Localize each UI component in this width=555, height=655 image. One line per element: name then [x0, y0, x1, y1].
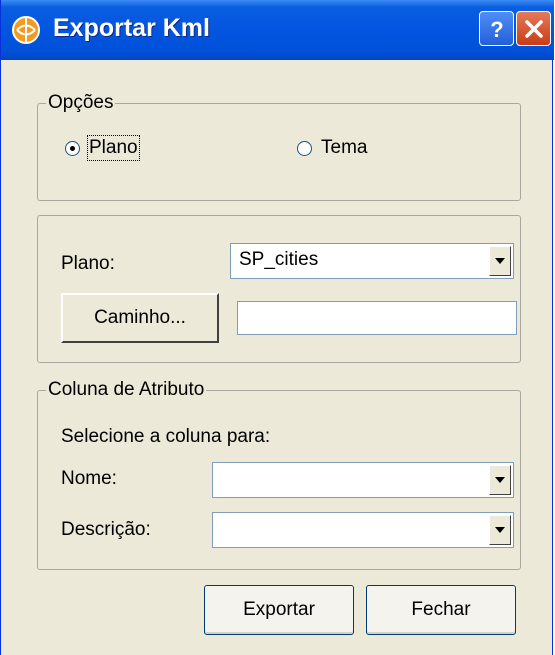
svg-text:?: ?	[490, 17, 503, 41]
radio-tema-indicator[interactable]	[297, 140, 312, 156]
nome-select-arrow[interactable]	[489, 465, 511, 495]
radio-plano-label: Plano	[87, 135, 140, 161]
attribute-legend: Coluna de Atributo	[46, 379, 207, 401]
descricao-label: Descrição:	[61, 519, 151, 540]
caminho-button-label: Caminho...	[94, 307, 186, 328]
export-kml-dialog: Exportar Kml ? Opções Plano Tema Plano: …	[0, 0, 554, 655]
window-title: Exportar Kml	[53, 14, 210, 42]
nome-label: Nome:	[61, 468, 117, 489]
close-icon	[524, 19, 543, 38]
fechar-button-label: Fechar	[411, 599, 471, 620]
radio-plano-indicator[interactable]	[65, 140, 80, 156]
descricao-select-arrow[interactable]	[489, 515, 511, 545]
chevron-down-icon	[495, 477, 505, 483]
caminho-button[interactable]: Caminho...	[61, 293, 219, 343]
radio-tema-label: Tema	[321, 137, 368, 158]
exportar-button-label: Exportar	[243, 599, 315, 620]
exportar-button[interactable]: Exportar	[204, 585, 354, 635]
nome-select[interactable]	[212, 462, 514, 498]
descricao-select[interactable]	[212, 512, 514, 548]
chevron-down-icon	[495, 527, 505, 533]
exportar-kml-app-icon	[12, 16, 40, 44]
plano-select-value: SP_cities	[239, 249, 319, 270]
radio-plano[interactable]: Plano	[65, 135, 140, 161]
plano-select-arrow[interactable]	[489, 246, 511, 276]
plano-label: Plano:	[61, 253, 115, 274]
help-icon: ?	[490, 17, 503, 41]
radio-tema[interactable]: Tema	[297, 137, 367, 159]
caminho-input[interactable]	[237, 301, 517, 335]
fechar-button[interactable]: Fechar	[366, 585, 516, 635]
options-legend: Opções	[46, 92, 116, 114]
title-bar[interactable]: Exportar Kml ?	[1, 0, 554, 60]
chevron-down-icon	[495, 258, 505, 264]
help-button[interactable]: ?	[479, 11, 514, 46]
close-button[interactable]	[516, 11, 551, 46]
attribute-instruction: Selecione a coluna para:	[61, 426, 271, 447]
plano-select[interactable]: SP_cities	[230, 243, 514, 279]
